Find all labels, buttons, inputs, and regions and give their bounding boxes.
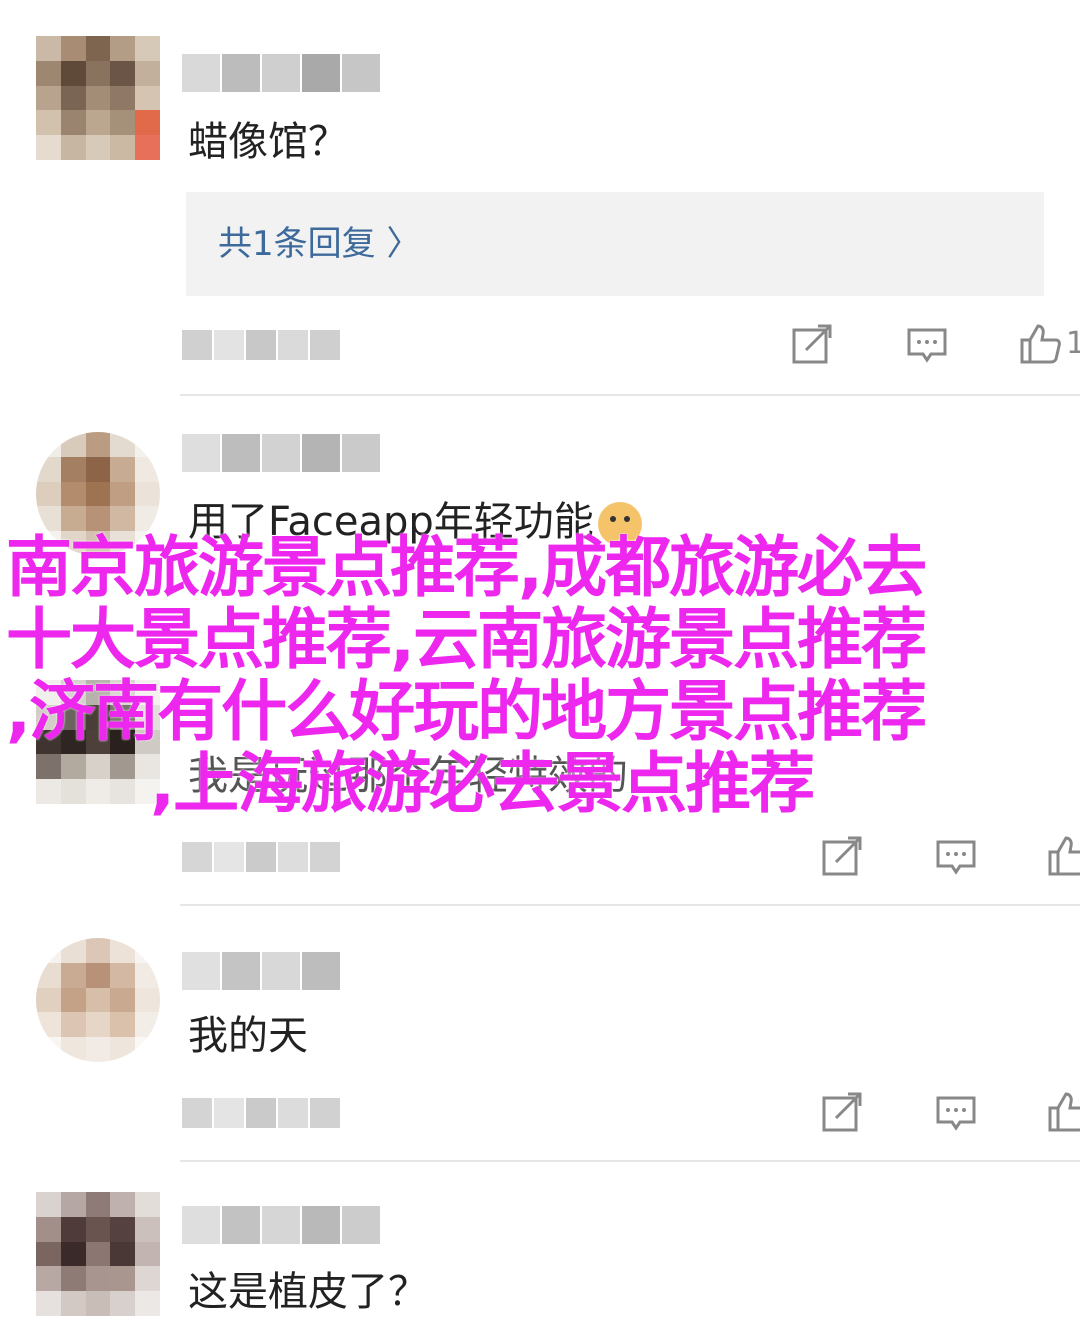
reply-count-label[interactable]: 共1条回复 〉	[218, 222, 420, 266]
overlay-line: ,上海旅游必去景点推荐	[150, 745, 815, 822]
timestamp-blurred	[182, 842, 340, 872]
comment-actions	[660, 1090, 1080, 1140]
username-blurred[interactable]	[182, 434, 380, 472]
thumbs-up-icon[interactable]	[1046, 1090, 1080, 1134]
comment-icon[interactable]	[905, 322, 949, 366]
comment-divider	[180, 394, 1080, 396]
comment-icon[interactable]	[934, 834, 978, 878]
view-replies-button[interactable]: 共1条回复 〉	[186, 192, 1044, 296]
comment-text: 蜡像馆？	[188, 119, 348, 165]
share-icon[interactable]	[790, 322, 834, 366]
avatar[interactable]	[36, 36, 160, 160]
share-icon[interactable]	[820, 834, 864, 878]
username-blurred[interactable]	[182, 952, 340, 990]
overlay-line: 南京旅游景点推荐,成都旅游必去	[6, 529, 927, 606]
overlay-line: 十大景点推荐,云南旅游景点推荐	[6, 601, 927, 678]
comment-text: 这是植皮了？	[188, 1269, 428, 1315]
comment-actions	[660, 834, 1080, 884]
comment-divider	[180, 1160, 1080, 1162]
timestamp-blurred	[182, 330, 340, 360]
comment-divider	[180, 904, 1080, 906]
comment-actions: 1	[660, 322, 1080, 372]
timestamp-blurred	[182, 1098, 340, 1128]
username-blurred[interactable]	[182, 54, 380, 92]
overlay-line: ,济南有什么好玩的地方景点推荐	[6, 673, 927, 750]
avatar[interactable]	[36, 938, 160, 1062]
share-icon[interactable]	[820, 1090, 864, 1134]
avatar[interactable]	[36, 1192, 160, 1316]
overlay-caption: 南京旅游景点推荐,成都旅游必去 十大景点推荐,云南旅游景点推荐 ,济南有什么好玩…	[0, 532, 1080, 820]
thumbs-up-icon[interactable]	[1046, 834, 1080, 878]
comment-text: 我的天	[188, 1013, 308, 1059]
username-blurred[interactable]	[182, 1206, 380, 1244]
comment-icon[interactable]	[934, 1090, 978, 1134]
thumbs-up-icon[interactable]	[1018, 322, 1062, 366]
like-count: 1	[1066, 326, 1080, 361]
